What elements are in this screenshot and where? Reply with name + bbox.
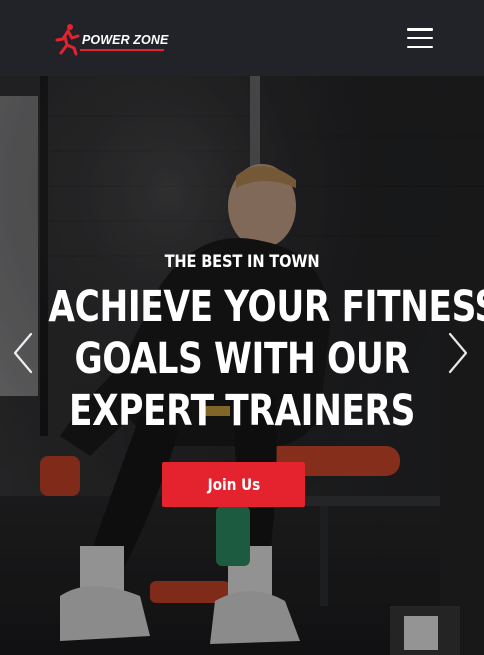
headline-line: ACHIEVE YOUR FITNESS bbox=[48, 282, 484, 332]
menu-bar bbox=[407, 28, 433, 31]
runner-logo-icon bbox=[55, 24, 80, 56]
hero-eyebrow: THE BEST IN TOWN bbox=[164, 252, 320, 272]
brand-logo[interactable]: POWER ZONE bbox=[53, 22, 173, 56]
site-header: POWER ZONE bbox=[0, 0, 484, 76]
brand-name: POWER ZONE bbox=[82, 33, 169, 47]
join-us-button[interactable]: Join Us bbox=[162, 462, 305, 507]
menu-bar bbox=[407, 45, 433, 48]
chevron-left-icon[interactable] bbox=[10, 330, 36, 376]
hero-slider: THE BEST IN TOWN ACHIEVE YOUR FITNESS GO… bbox=[0, 76, 484, 655]
chevron-right-icon[interactable] bbox=[445, 330, 471, 376]
headline-line: EXPERT TRAINERS bbox=[68, 386, 416, 436]
menu-bar bbox=[407, 36, 433, 40]
brand-underline bbox=[80, 49, 164, 51]
hero-headline: ACHIEVE YOUR FITNESS GOALS WITH OUR EXPE… bbox=[48, 281, 484, 437]
hamburger-menu-icon[interactable] bbox=[405, 25, 435, 51]
headline-line: GOALS WITH OUR bbox=[74, 334, 410, 384]
join-us-label: Join Us bbox=[207, 475, 260, 494]
